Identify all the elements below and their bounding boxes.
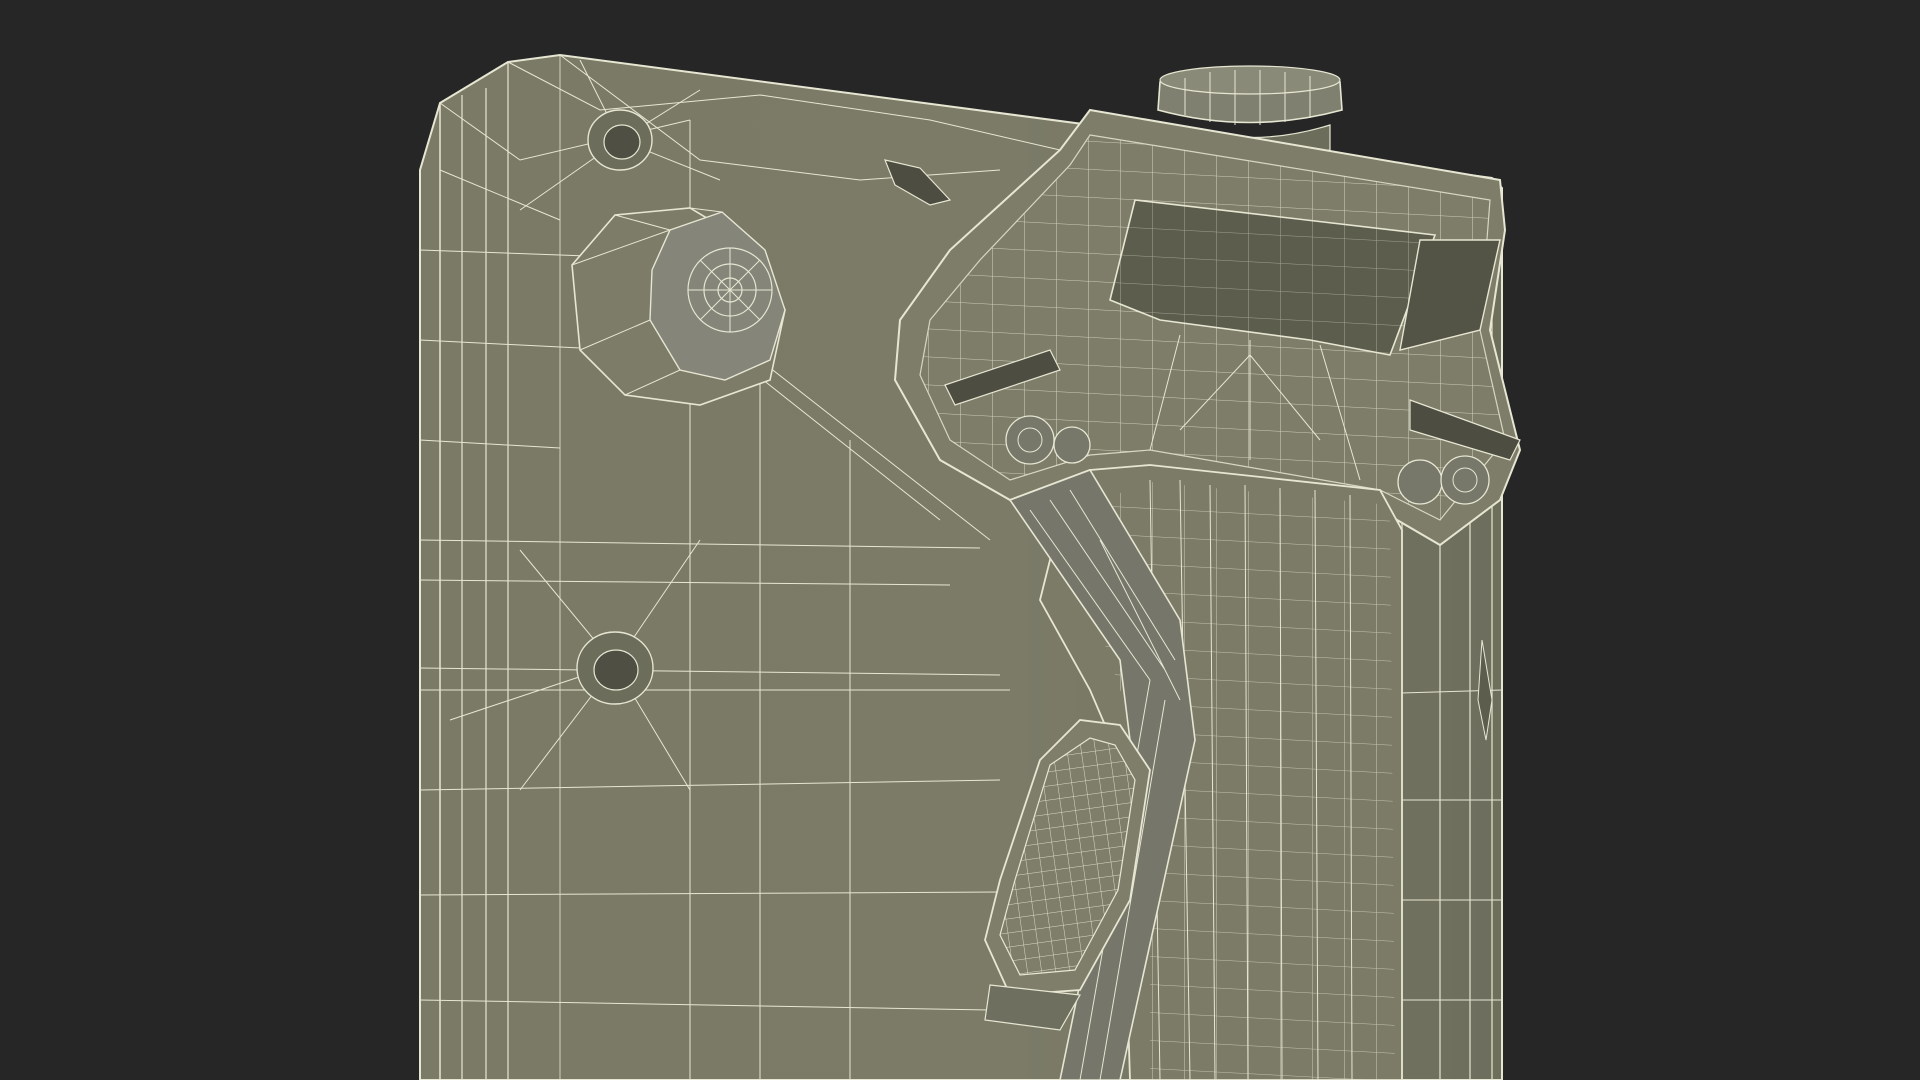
screw-top bbox=[587, 109, 653, 171]
wireframe-render bbox=[0, 0, 1920, 1080]
screw-left bbox=[576, 631, 654, 705]
render-viewport bbox=[0, 0, 1920, 1080]
